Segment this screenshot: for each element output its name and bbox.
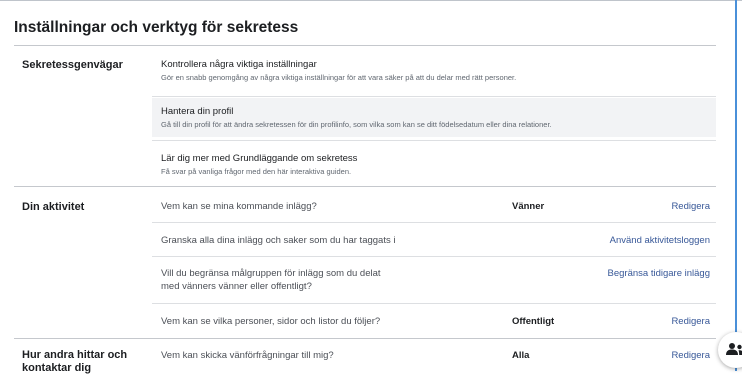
shortcut-title: Hantera din profil	[161, 106, 234, 117]
people-icon	[726, 343, 742, 355]
contacts-button[interactable]	[718, 332, 742, 368]
setting-question-line1: Vill du begränsa målgruppen för inlägg s…	[161, 268, 381, 279]
divider	[152, 303, 716, 304]
edit-link[interactable]: Redigera	[671, 316, 710, 327]
shortcut-privacy-basics[interactable]: Lär dig mer med Grundläggande om sekrete…	[152, 142, 716, 182]
setting-question: Vem kan se mina kommande inlägg?	[161, 201, 317, 212]
setting-question: Granska alla dina inlägg och saker som d…	[161, 235, 396, 246]
shortcut-title: Kontrollera några viktiga inställningar	[161, 59, 317, 70]
title-divider	[14, 45, 716, 46]
shortcut-desc: Få svar på vanliga frågor med den här in…	[161, 167, 352, 176]
divider	[152, 96, 716, 97]
divider	[152, 256, 716, 257]
setting-value: Vänner	[512, 201, 545, 212]
setting-question: Vem kan skicka vänförfrågningar till mig…	[161, 350, 334, 361]
setting-question-line2: med vänners vänner eller offentligt?	[161, 281, 312, 292]
section-label-activity: Din aktivitet	[22, 201, 85, 213]
setting-value: Offentligt	[512, 316, 555, 327]
divider	[152, 140, 716, 141]
divider	[152, 222, 716, 223]
section-label-find-line2: kontaktar dig	[22, 362, 92, 374]
shortcut-title: Lär dig mer med Grundläggande om sekrete…	[161, 153, 358, 164]
page-title: Inställningar och verktyg för sekretess	[14, 19, 299, 36]
scroll-edge	[735, 0, 737, 371]
shortcut-desc: Gå till din profil för att ändra sekrete…	[161, 120, 552, 129]
shortcut-check-settings[interactable]: Kontrollera några viktiga inställningar …	[152, 54, 716, 94]
shortcut-manage-profile[interactable]: Hantera din profil Gå till din profil fö…	[152, 98, 716, 137]
shortcut-desc: Gör en snabb genomgång av några viktiga …	[161, 73, 517, 82]
activity-log-link[interactable]: Använd aktivitetsloggen	[610, 235, 710, 246]
section-label-find-line1: Hur andra hittar och	[22, 349, 128, 361]
edit-link[interactable]: Redigera	[671, 201, 710, 212]
section-label-shortcuts: Sekretessgenvägar	[22, 59, 123, 71]
top-border	[0, 0, 742, 1]
setting-question: Vem kan se vilka personer, sidor och lis…	[161, 316, 381, 327]
edit-link[interactable]: Redigera	[671, 350, 710, 361]
setting-value: Alla	[512, 350, 530, 361]
section-divider	[14, 338, 716, 339]
section-divider	[14, 186, 716, 187]
limit-past-posts-link[interactable]: Begränsa tidigare inlägg	[608, 268, 710, 279]
